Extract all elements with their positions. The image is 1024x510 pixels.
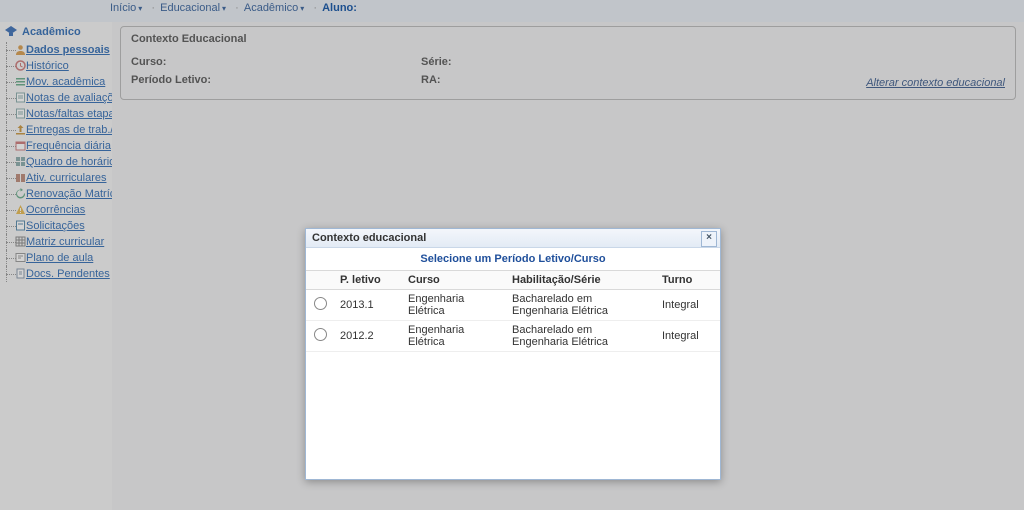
breadcrumb-educacional[interactable]: Educacional▾: [160, 2, 226, 14]
sidebar-item[interactable]: Ativ. curriculares: [0, 170, 112, 186]
sidebar-item[interactable]: Ocorrências: [0, 202, 112, 218]
user-icon: [15, 44, 26, 55]
alert-icon: [15, 204, 26, 215]
sidebar-item[interactable]: Frequência diária: [0, 138, 112, 154]
modal-subtitle: Selecione um Período Letivo/Curso: [306, 248, 720, 271]
request-icon: [15, 220, 26, 231]
sidebar-item[interactable]: Dados pessoais: [0, 42, 112, 58]
sidebar-item-label[interactable]: Solicitações: [26, 220, 85, 232]
sidebar-item[interactable]: Matriz curricular: [0, 234, 112, 250]
breadcrumb-inicio[interactable]: Início▾: [110, 2, 142, 14]
sidebar-item-label[interactable]: Ocorrências: [26, 204, 85, 216]
refresh-icon: [15, 188, 26, 199]
doc-icon: [15, 268, 26, 279]
cell-pletivo: 2013.1: [334, 290, 402, 321]
clock-icon: [15, 60, 26, 71]
sidebar-item-label[interactable]: Frequência diária: [26, 140, 111, 152]
modal-close-button[interactable]: ×: [701, 231, 717, 247]
cell-habilitacao: Bacharelado em Engenharia Elétrica: [506, 290, 656, 321]
periodo-label: Período Letivo:: [131, 71, 421, 89]
sidebar-item-label[interactable]: Matriz curricular: [26, 236, 104, 248]
note-icon: [15, 92, 26, 103]
sidebar-item-label[interactable]: Histórico: [26, 60, 69, 72]
sidebar-item[interactable]: Entregas de trab./aval.: [0, 122, 112, 138]
period-table: P. letivo Curso Habilitação/Série Turno …: [306, 271, 720, 352]
col-radio: [306, 271, 334, 290]
upload-icon: [15, 124, 26, 135]
breadcrumb-academico[interactable]: Acadêmico▾: [244, 2, 304, 14]
col-turno: Turno: [656, 271, 720, 290]
col-curso: Curso: [402, 271, 506, 290]
sidebar-item[interactable]: Notas/faltas etapas: [0, 106, 112, 122]
breadcrumb-bar: Início▾ · Educacional▾ · Acadêmico▾ · Al…: [0, 0, 1024, 22]
context-panel: Contexto Educacional Curso: Período Leti…: [120, 26, 1016, 100]
sidebar-item-label[interactable]: Mov. acadêmica: [26, 76, 105, 88]
sidebar-item-label[interactable]: Dados pessoais: [26, 44, 110, 56]
sidebar-item-label[interactable]: Notas/faltas etapas: [26, 108, 113, 120]
breadcrumb-aluno: Aluno:: [322, 2, 357, 14]
grid-icon: [15, 156, 26, 167]
col-pletivo: P. letivo: [334, 271, 402, 290]
breadcrumb-separator: ·: [151, 2, 155, 14]
table-row[interactable]: 2012.2Engenharia ElétricaBacharelado em …: [306, 321, 720, 352]
sidebar-group-title: Acadêmico: [0, 22, 112, 42]
plan-icon: [15, 252, 26, 263]
calendar-icon: [15, 140, 26, 151]
note-icon: [15, 108, 26, 119]
cell-pletivo: 2012.2: [334, 321, 402, 352]
list-icon: [15, 76, 26, 87]
context-panel-title: Contexto Educacional: [121, 27, 1015, 49]
sidebar-item[interactable]: Docs. Pendentes: [0, 266, 112, 282]
sidebar-item[interactable]: Renovação Matrícula: [0, 186, 112, 202]
sidebar-item-label[interactable]: Ativ. curriculares: [26, 172, 106, 184]
academic-cap-icon: [4, 24, 18, 38]
cell-turno: Integral: [656, 321, 720, 352]
ra-label: RA:: [421, 71, 721, 89]
cell-curso: Engenharia Elétrica: [402, 290, 506, 321]
sidebar-item-label[interactable]: Renovação Matrícula: [26, 188, 113, 200]
sidebar-item[interactable]: Notas de avaliações: [0, 90, 112, 106]
sidebar-item[interactable]: Histórico: [0, 58, 112, 74]
breadcrumb-separator: ·: [313, 2, 317, 14]
matrix-icon: [15, 236, 26, 247]
cell-habilitacao: Bacharelado em Engenharia Elétrica: [506, 321, 656, 352]
breadcrumb-separator: ·: [235, 2, 239, 14]
sidebar-item[interactable]: Plano de aula: [0, 250, 112, 266]
radio-icon[interactable]: [314, 328, 327, 341]
sidebar-item[interactable]: Mov. acadêmica: [0, 74, 112, 90]
table-row[interactable]: 2013.1Engenharia ElétricaBacharelado em …: [306, 290, 720, 321]
curso-label: Curso:: [131, 53, 421, 71]
modal-title: Contexto educacional: [312, 232, 426, 244]
sidebar-item-label[interactable]: Quadro de horários: [26, 156, 113, 168]
sidebar-item-label[interactable]: Plano de aula: [26, 252, 93, 264]
modal-title-bar: Contexto educacional ×: [306, 229, 720, 248]
radio-icon[interactable]: [314, 297, 327, 310]
sidebar-item-label[interactable]: Notas de avaliações: [26, 92, 113, 104]
sidebar: Acadêmico Dados pessoais Histórico Mov. ac…: [0, 22, 113, 510]
sidebar-item[interactable]: Quadro de horários: [0, 154, 112, 170]
alterar-contexto-link[interactable]: Alterar contexto educacional: [866, 77, 1005, 89]
book-icon: [15, 172, 26, 183]
cell-turno: Integral: [656, 290, 720, 321]
cell-curso: Engenharia Elétrica: [402, 321, 506, 352]
sidebar-item-label[interactable]: Docs. Pendentes: [26, 268, 110, 280]
sidebar-item[interactable]: Solicitações: [0, 218, 112, 234]
context-modal: Contexto educacional × Selecione um Perí…: [305, 228, 721, 480]
serie-label: Série:: [421, 53, 721, 71]
sidebar-item-label[interactable]: Entregas de trab./aval.: [26, 124, 113, 136]
col-habilitacao: Habilitação/Série: [506, 271, 656, 290]
